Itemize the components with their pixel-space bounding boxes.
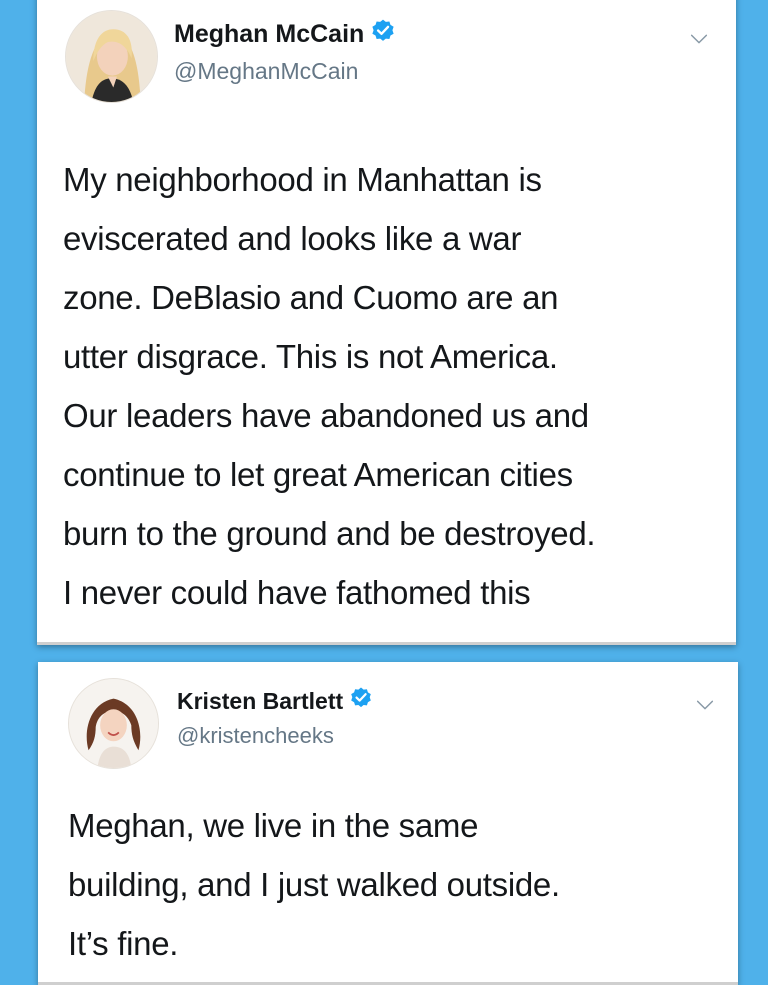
tweet-text: My neighborhood in Manhattan is eviscera… (63, 161, 596, 611)
display-name-row[interactable]: Meghan McCain (174, 18, 396, 51)
tweet-text: Meghan, we live in the same building, an… (68, 807, 560, 962)
verified-badge-icon (370, 18, 396, 51)
display-name[interactable]: Meghan McCain (174, 20, 364, 49)
verified-badge-icon (349, 686, 373, 716)
tweet-card-kristen: Kristen Bartlett @kristencheeks Meghan, … (38, 662, 738, 985)
user-handle[interactable]: @kristencheeks (177, 723, 334, 749)
profile-avatar[interactable] (68, 678, 159, 769)
user-handle[interactable]: @MeghanMcCain (174, 58, 358, 85)
avatar-brunette-woman-icon (69, 679, 158, 768)
display-name[interactable]: Kristen Bartlett (177, 688, 343, 715)
avatar-blonde-woman-icon (66, 11, 157, 102)
profile-avatar[interactable] (65, 10, 158, 103)
chevron-down-icon[interactable] (688, 28, 710, 50)
display-name-row[interactable]: Kristen Bartlett (177, 686, 373, 716)
chevron-down-icon[interactable] (694, 694, 716, 716)
tweet-card-meghan: Meghan McCain @MeghanMcCain My neighborh… (37, 0, 736, 645)
